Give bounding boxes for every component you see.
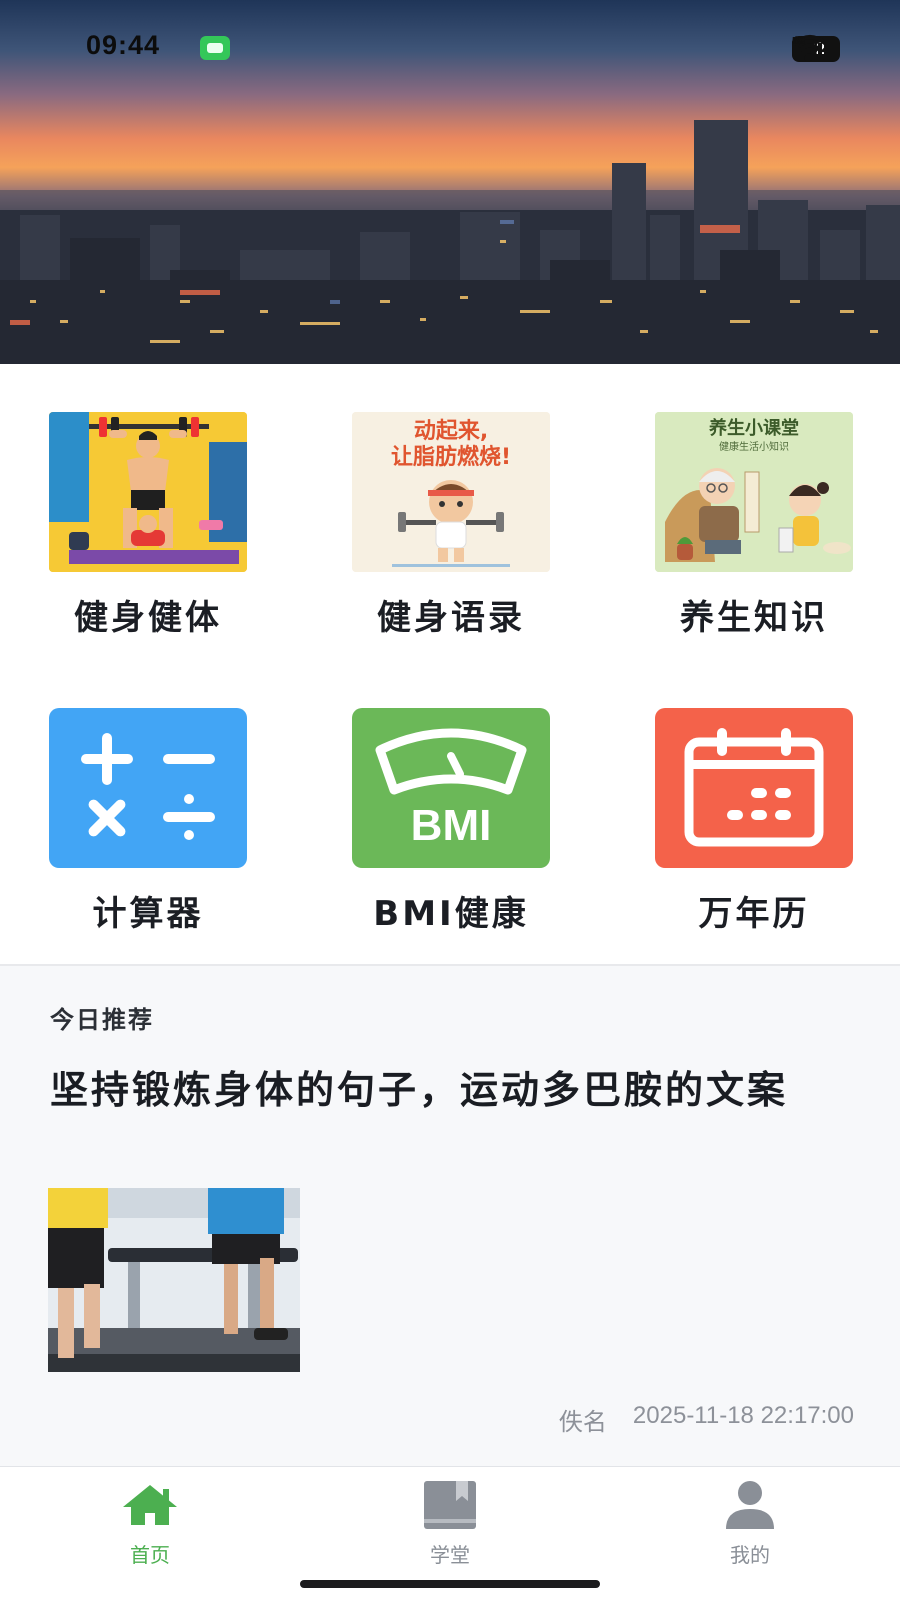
grid-item-fitness[interactable]: 健身健体 xyxy=(48,412,248,639)
health-caption-title: 养生小课堂 xyxy=(708,417,799,439)
hero-banner: 09:44 4G 5G 82 xyxy=(0,0,900,364)
article-meta: 佚名 2025-11-18 22:17:00 xyxy=(559,1402,854,1437)
grid-item-label: 计算器 xyxy=(92,894,204,934)
section-title: 今日推荐 xyxy=(50,1006,154,1034)
book-icon xyxy=(424,1481,476,1529)
article-time: 2025-11-18 22:17:00 xyxy=(632,1402,854,1429)
calendar-icon xyxy=(655,708,853,868)
tab-mine[interactable]: 我的 xyxy=(680,1477,820,1568)
status-time: 09:44 xyxy=(86,30,161,60)
quote-caption-2: 让脂肪燃烧! xyxy=(391,444,511,470)
quote-caption-1: 动起来, xyxy=(414,419,488,444)
section-divider xyxy=(0,964,900,966)
user-icon xyxy=(726,1481,774,1529)
grid-item-label: 健身语录 xyxy=(377,598,525,638)
quote-illustration: 动起来, 让脂肪燃烧! xyxy=(352,412,550,572)
grid-item-quotes[interactable]: 动起来, 让脂肪燃烧! 健身语录 xyxy=(351,412,551,639)
tab-label: 我的 xyxy=(730,1543,770,1567)
bmi-text: BMI xyxy=(411,801,492,850)
tab-label: 首页 xyxy=(130,1543,170,1567)
status-bar: 09:44 4G 5G 82 xyxy=(0,0,900,96)
health-knowledge-illustration: 养生小课堂 健康生活小知识 xyxy=(655,412,853,572)
grid-item-bmi[interactable]: BMI BMI健康 xyxy=(351,708,551,935)
grid-item-label: 健身健体 xyxy=(74,598,222,638)
bmi-scale-icon: BMI xyxy=(352,708,550,868)
status-icons: 4G 5G 82 xyxy=(792,34,840,64)
article-title[interactable]: 坚持锻炼身体的句子，运动多巴胺的文案 xyxy=(50,1066,860,1114)
message-icon xyxy=(200,36,230,60)
article-thumbnail[interactable] xyxy=(48,1188,300,1372)
grid-item-label: 万年历 xyxy=(698,894,810,934)
tab-home[interactable]: 首页 xyxy=(80,1477,220,1568)
signal-2-label: 5G xyxy=(792,36,806,47)
grid-item-label: BMI健康 xyxy=(373,894,529,934)
fitness-illustration xyxy=(49,412,247,572)
grid-item-calculator[interactable]: 计算器 xyxy=(48,708,248,935)
feature-grid: 健身健体 动起来, 让脂肪燃烧! 健身语录 养生小课堂 健康生活小知识 养生知识… xyxy=(0,364,900,964)
tab-label: 学堂 xyxy=(430,1543,470,1567)
grid-item-label: 养生知识 xyxy=(680,598,828,638)
health-caption-sub: 健康生活小知识 xyxy=(719,440,789,453)
signal-icon: 5G xyxy=(792,36,828,62)
grid-item-health-knowledge[interactable]: 养生小课堂 健康生活小知识 养生知识 xyxy=(654,412,854,639)
article-author: 佚名 xyxy=(558,1409,607,1436)
home-indicator xyxy=(300,1580,600,1588)
home-icon xyxy=(123,1485,177,1525)
calculator-icon xyxy=(49,708,247,868)
tab-school[interactable]: 学堂 xyxy=(380,1477,520,1568)
grid-item-calendar[interactable]: 万年历 xyxy=(654,708,854,935)
